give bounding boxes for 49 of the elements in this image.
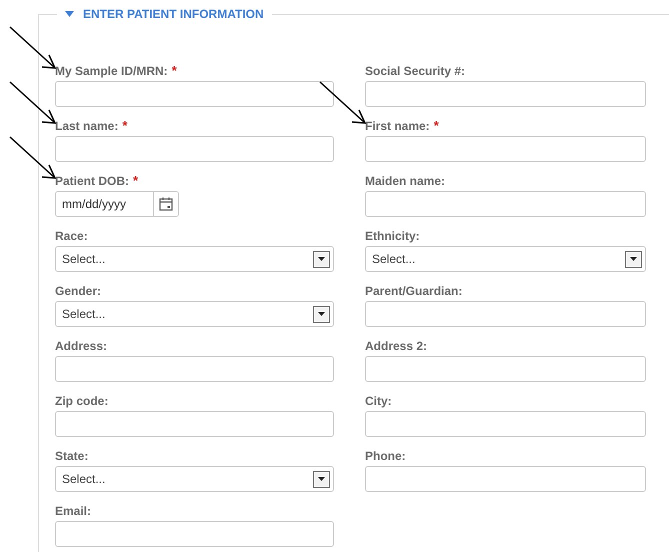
required-mark: * xyxy=(434,119,439,133)
select-dropdown[interactable]: Select... xyxy=(55,301,334,327)
text-field[interactable] xyxy=(365,191,646,217)
arrow-annotation xyxy=(9,26,57,70)
select-dropdown[interactable]: Select... xyxy=(55,246,334,272)
text-field[interactable] xyxy=(55,521,334,547)
required-mark: * xyxy=(133,174,138,188)
field-label: Parent/Guardian: xyxy=(365,284,462,298)
select-dropdown[interactable]: Select... xyxy=(55,466,334,492)
text-field[interactable] xyxy=(365,301,646,327)
field-label: Social Security #: xyxy=(365,64,466,78)
date-field[interactable]: mm/dd/yyyy xyxy=(55,191,179,217)
field-label: Patient DOB: xyxy=(55,174,130,188)
text-field[interactable] xyxy=(365,81,646,107)
field-label: Maiden name: xyxy=(365,174,446,188)
select-dropdown[interactable]: Select... xyxy=(365,246,646,272)
arrow-annotation xyxy=(9,136,57,180)
text-field[interactable] xyxy=(365,356,646,382)
field-label: Address 2: xyxy=(365,339,428,353)
field-label: Ethnicity: xyxy=(365,229,420,243)
text-field[interactable] xyxy=(365,466,646,492)
text-field[interactable] xyxy=(365,136,646,162)
field-label: City: xyxy=(365,394,392,408)
text-field[interactable] xyxy=(55,411,334,437)
field-label: Last name: xyxy=(55,119,118,133)
field-label: My Sample ID/MRN: xyxy=(55,64,168,78)
field-label: Address: xyxy=(55,339,108,353)
caret-icon xyxy=(313,306,330,322)
field-label: Email: xyxy=(55,504,92,518)
arrow-annotation xyxy=(319,81,367,125)
section-toggle[interactable]: ENTER PATIENT INFORMATION xyxy=(57,7,272,21)
caret-icon xyxy=(65,11,74,17)
field-label: Gender: xyxy=(55,284,102,298)
arrow-annotation xyxy=(9,81,57,125)
caret-icon xyxy=(625,250,642,268)
field-label: Zip code: xyxy=(55,394,108,408)
required-mark: * xyxy=(122,119,128,133)
field-label: First name: xyxy=(365,119,430,133)
field-label: State: xyxy=(55,449,88,463)
caret-icon xyxy=(313,250,330,268)
caret-icon xyxy=(313,470,330,488)
text-field[interactable] xyxy=(365,411,646,437)
calendar-icon xyxy=(159,197,173,211)
required-mark: * xyxy=(172,64,177,78)
text-field[interactable] xyxy=(55,356,334,382)
text-field[interactable] xyxy=(55,81,334,107)
text-field[interactable] xyxy=(55,136,334,162)
field-label: Phone: xyxy=(365,449,406,463)
field-label: Race: xyxy=(55,229,88,243)
